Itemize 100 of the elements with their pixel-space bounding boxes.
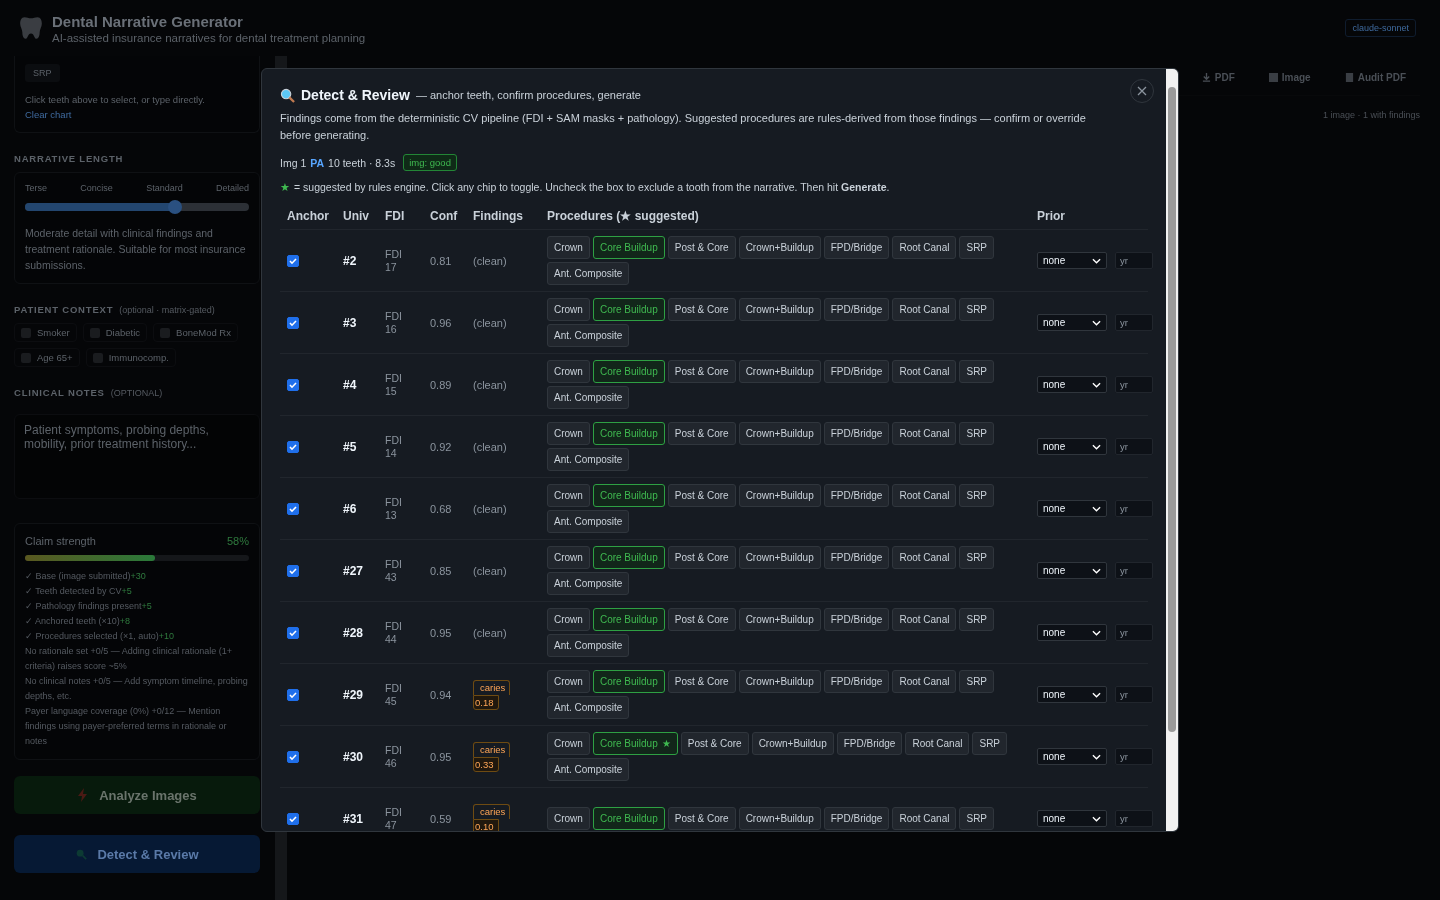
procedure-chip[interactable]: Core Buildup	[592, 422, 665, 445]
procedure-chip[interactable]: FPD/Bridge	[823, 608, 890, 631]
procedure-chip[interactable]: SRP	[959, 670, 995, 693]
anchor-checkbox[interactable]	[287, 440, 299, 453]
procedure-chip[interactable]: SRP	[959, 608, 995, 631]
procedure-chip[interactable]: Root Canal	[892, 608, 957, 631]
clinical-notes-field[interactable]: Patient symptoms, probing depths, mobility, prior treatment history...	[14, 414, 260, 499]
procedure-chip[interactable]: FPD/Bridge	[823, 236, 890, 259]
year-field[interactable]: yr	[1115, 624, 1153, 641]
anchor-checkbox[interactable]	[287, 750, 299, 763]
procedure-chip[interactable]: Post & Core	[667, 670, 736, 693]
procedure-chip[interactable]: Root Canal	[892, 807, 957, 830]
anchor-checkbox[interactable]	[287, 812, 299, 825]
procedure-chip[interactable]: Crown+Buildup	[738, 298, 821, 321]
procedure-chip[interactable]: Crown+Buildup	[738, 360, 821, 383]
procedure-chip[interactable]: Ant. Composite	[547, 572, 630, 595]
analyze-images-button[interactable]: Analyze Images	[14, 776, 260, 814]
anchor-checkbox[interactable]	[287, 254, 299, 267]
procedure-chip[interactable]: Core Buildup	[592, 670, 665, 693]
year-field[interactable]: yr	[1115, 810, 1153, 827]
procedure-chip[interactable]: Post & Core	[667, 484, 736, 507]
anchor-checkbox[interactable]	[287, 378, 299, 391]
prior-select[interactable]: none	[1037, 810, 1107, 827]
anchor-checkbox[interactable]	[287, 316, 299, 329]
procedure-chip[interactable]: SRP	[959, 422, 995, 445]
slider-thumb[interactable]	[168, 200, 183, 214]
procedure-chip[interactable]: FPD/Bridge	[823, 546, 890, 569]
prior-select[interactable]: none	[1037, 376, 1107, 393]
procedure-chip[interactable]: Core Buildup	[592, 608, 665, 631]
procedure-chip[interactable]: Crown+Buildup	[738, 236, 821, 259]
procedure-chip[interactable]: Root Canal	[892, 298, 957, 321]
procedure-chip[interactable]: Crown+Buildup	[738, 670, 821, 693]
procedure-chip[interactable]: Root Canal	[892, 670, 957, 693]
prior-select[interactable]: none	[1037, 252, 1107, 269]
procedure-chip[interactable]: Crown	[547, 236, 590, 259]
procedure-chip[interactable]: Ant. Composite	[547, 324, 630, 347]
procedure-chip[interactable]: Root Canal	[892, 422, 957, 445]
prior-select[interactable]: none	[1037, 748, 1107, 765]
procedure-chip[interactable]: Crown+Buildup	[738, 484, 821, 507]
procedure-chip[interactable]: Root Canal	[892, 236, 957, 259]
procedure-chip[interactable]: Ant. Composite	[547, 262, 630, 285]
year-field[interactable]: yr	[1115, 376, 1153, 393]
procedure-chip[interactable]: Crown	[547, 608, 590, 631]
prior-select[interactable]: none	[1037, 438, 1107, 455]
procedure-chip[interactable]: Post & Core	[667, 422, 736, 445]
procedure-chip[interactable]: Crown+Buildup	[738, 608, 821, 631]
procedure-chip[interactable]: Ant. Composite	[547, 448, 630, 471]
procedure-chip[interactable]: Ant. Composite	[547, 758, 630, 781]
anchor-checkbox[interactable]	[287, 564, 299, 577]
procedure-chip[interactable]: FPD/Bridge	[836, 732, 903, 755]
procedure-chip[interactable]: Crown	[547, 546, 590, 569]
procedure-chip[interactable]: Post & Core	[680, 732, 749, 755]
anchor-checkbox[interactable]	[287, 688, 299, 701]
detect-review-button[interactable]: Detect & Review	[14, 835, 260, 873]
prior-select[interactable]: none	[1037, 624, 1107, 641]
procedure-chip[interactable]: Root Canal	[892, 484, 957, 507]
procedure-chip[interactable]: Core Buildup	[592, 484, 665, 507]
procedure-chip[interactable]: FPD/Bridge	[823, 422, 890, 445]
procedure-chip[interactable]: Crown+Buildup	[751, 732, 834, 755]
year-field[interactable]: yr	[1115, 686, 1153, 703]
procedure-chip[interactable]: SRP	[959, 360, 995, 383]
prior-select[interactable]: none	[1037, 686, 1107, 703]
procedure-chip[interactable]: Root Canal	[905, 732, 970, 755]
clear-chart-link[interactable]: Clear chart	[25, 109, 72, 120]
procedure-chip[interactable]: Post & Core	[667, 807, 736, 830]
procedure-chip[interactable]: Ant. Composite	[547, 510, 630, 533]
procedure-chip[interactable]: FPD/Bridge	[823, 360, 890, 383]
procedure-chip[interactable]: Ant. Composite	[547, 634, 630, 657]
procedure-chip[interactable]: FPD/Bridge	[823, 484, 890, 507]
procedure-chip[interactable]: Crown	[547, 732, 590, 755]
procedure-chip[interactable]: Core Buildup	[592, 236, 665, 259]
procedure-chip[interactable]: Post & Core	[667, 546, 736, 569]
procedure-chip[interactable]: Crown	[547, 422, 590, 445]
procedure-chip[interactable]: FPD/Bridge	[823, 807, 890, 830]
year-field[interactable]: yr	[1115, 748, 1153, 765]
procedure-chip[interactable]: FPD/Bridge	[823, 670, 890, 693]
procedure-chip[interactable]: SRP	[959, 298, 995, 321]
procedure-chip[interactable]: Crown+Buildup	[738, 422, 821, 445]
prior-select[interactable]: none	[1037, 562, 1107, 579]
procedure-chip[interactable]: Crown	[547, 360, 590, 383]
procedure-chip[interactable]: Post & Core	[667, 298, 736, 321]
anchor-checkbox[interactable]	[287, 502, 299, 515]
procedure-chip[interactable]: Post & Core	[667, 360, 736, 383]
procedure-chip[interactable]: Crown	[547, 670, 590, 693]
year-field[interactable]: yr	[1115, 252, 1153, 269]
procedure-chip[interactable]: SRP	[959, 236, 995, 259]
procedure-chip[interactable]: Core Buildup	[592, 360, 665, 383]
procedure-chip[interactable]: Core Buildup ★	[592, 732, 678, 755]
procedure-chip[interactable]: Ant. Composite	[547, 386, 630, 409]
procedure-chip[interactable]: SRP	[959, 484, 995, 507]
procedure-chip[interactable]: Core Buildup	[592, 546, 665, 569]
year-field[interactable]: yr	[1115, 562, 1153, 579]
procedure-chip[interactable]: SRP	[972, 732, 1008, 755]
year-field[interactable]: yr	[1115, 500, 1153, 517]
procedure-chip[interactable]: SRP	[959, 546, 995, 569]
procedure-chip[interactable]: Root Canal	[892, 546, 957, 569]
procedure-chip[interactable]: SRP	[959, 807, 995, 830]
year-field[interactable]: yr	[1115, 438, 1153, 455]
length-slider[interactable]	[25, 203, 249, 211]
procedure-chip[interactable]: Crown+Buildup	[738, 807, 821, 830]
